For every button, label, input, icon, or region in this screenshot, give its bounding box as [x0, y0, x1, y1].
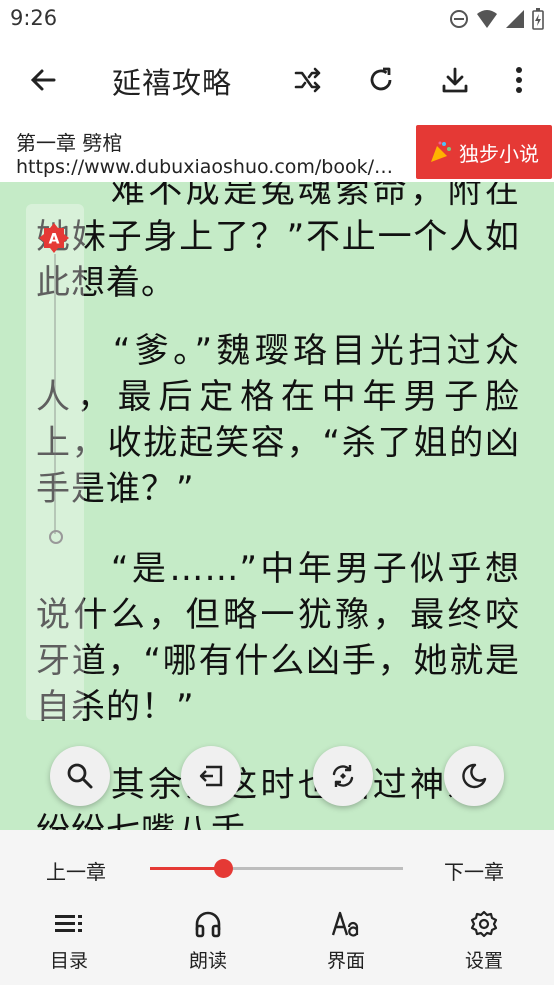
auto-brightness-letter: A: [49, 232, 60, 248]
exit-fullscreen-icon: [199, 765, 223, 787]
brightness-thumb[interactable]: [49, 530, 63, 544]
back-arrow-icon: [30, 69, 56, 91]
chapter-title: 第一章 劈棺: [16, 131, 123, 155]
wifi-icon: [477, 10, 497, 28]
nav-catalog-label: 目录: [49, 950, 88, 972]
chapter-progress-fill: [150, 867, 224, 870]
change-source-button[interactable]: [288, 60, 328, 100]
refresh-button[interactable]: [361, 60, 401, 100]
shuffle-icon: [294, 67, 321, 93]
status-bar: 9:26: [0, 0, 554, 38]
chapter-info-row: 第一章 劈棺 https://www.dubuxiaoshuo.com/book…: [0, 122, 554, 182]
nav-settings-label: 设置: [464, 950, 503, 972]
font-style-icon: [331, 911, 359, 937]
more-vert-icon: [516, 67, 522, 93]
bottom-menu: 上一章 下一章 目录 朗读 界面 设置: [0, 830, 554, 985]
paragraph: 难不成是冤魂索命，附在她妹子身上了？”不止一个人如此想着。: [36, 182, 520, 303]
download-button[interactable]: [435, 60, 475, 100]
dnd-icon: [450, 10, 468, 28]
signal-icon: [506, 10, 524, 28]
next-chapter-button[interactable]: 下一章: [444, 856, 504, 885]
night-mode-button[interactable]: [444, 746, 504, 806]
night-mode-icon: [462, 763, 487, 789]
auto-page-button[interactable]: [313, 746, 373, 806]
download-icon: [442, 67, 468, 93]
settings-icon: [470, 910, 498, 938]
prev-chapter-button[interactable]: 上一章: [46, 856, 106, 885]
nav-interface[interactable]: 界面: [306, 908, 386, 973]
book-title: 延禧攻略: [112, 66, 233, 100]
nav-read-aloud-label: 朗读: [188, 950, 227, 972]
chapter-progress-thumb[interactable]: [214, 859, 234, 878]
auto-page-icon: [332, 765, 354, 787]
top-app-bar: 延禧攻略: [0, 38, 554, 122]
brightness-track-line: [54, 254, 56, 534]
nav-read-aloud[interactable]: 朗读: [168, 908, 248, 973]
book-source-button[interactable]: 独步小说: [416, 125, 552, 179]
status-time: 9:26: [10, 6, 58, 30]
status-icons: [449, 8, 544, 30]
auto-brightness-button[interactable]: A: [38, 222, 70, 254]
search-icon: [67, 763, 93, 789]
back-button[interactable]: [23, 60, 63, 100]
refresh-icon: [370, 67, 392, 91]
battery-icon: [532, 8, 544, 30]
nav-interface-label: 界面: [326, 950, 365, 972]
paragraph: “爹。”魏璎珞目光扫过众人，最后定格在中年男子脸上，收拢起笑容，“杀了姐的凶手是…: [36, 331, 520, 509]
book-source-label: 独步小说: [459, 141, 539, 166]
auto-brightness-icon: A: [39, 223, 69, 253]
nav-catalog[interactable]: 目录: [29, 908, 109, 973]
more-options-button[interactable]: [499, 60, 539, 100]
nav-settings[interactable]: 设置: [444, 908, 524, 973]
party-popper-icon: [431, 141, 451, 162]
search-button[interactable]: [50, 746, 110, 806]
catalog-icon: [55, 915, 82, 932]
exit-fullscreen-button[interactable]: [181, 746, 241, 806]
chapter-progress-slider[interactable]: [150, 859, 403, 878]
chapter-url[interactable]: https://www.dubuxiaoshuo.com/book/123456…: [16, 156, 396, 178]
headphones-icon: [195, 911, 221, 938]
paragraph: “是……”中年男子似乎想说什么，但略一犹豫，最终咬牙道，“哪有什么凶手，她就是自…: [36, 549, 520, 727]
